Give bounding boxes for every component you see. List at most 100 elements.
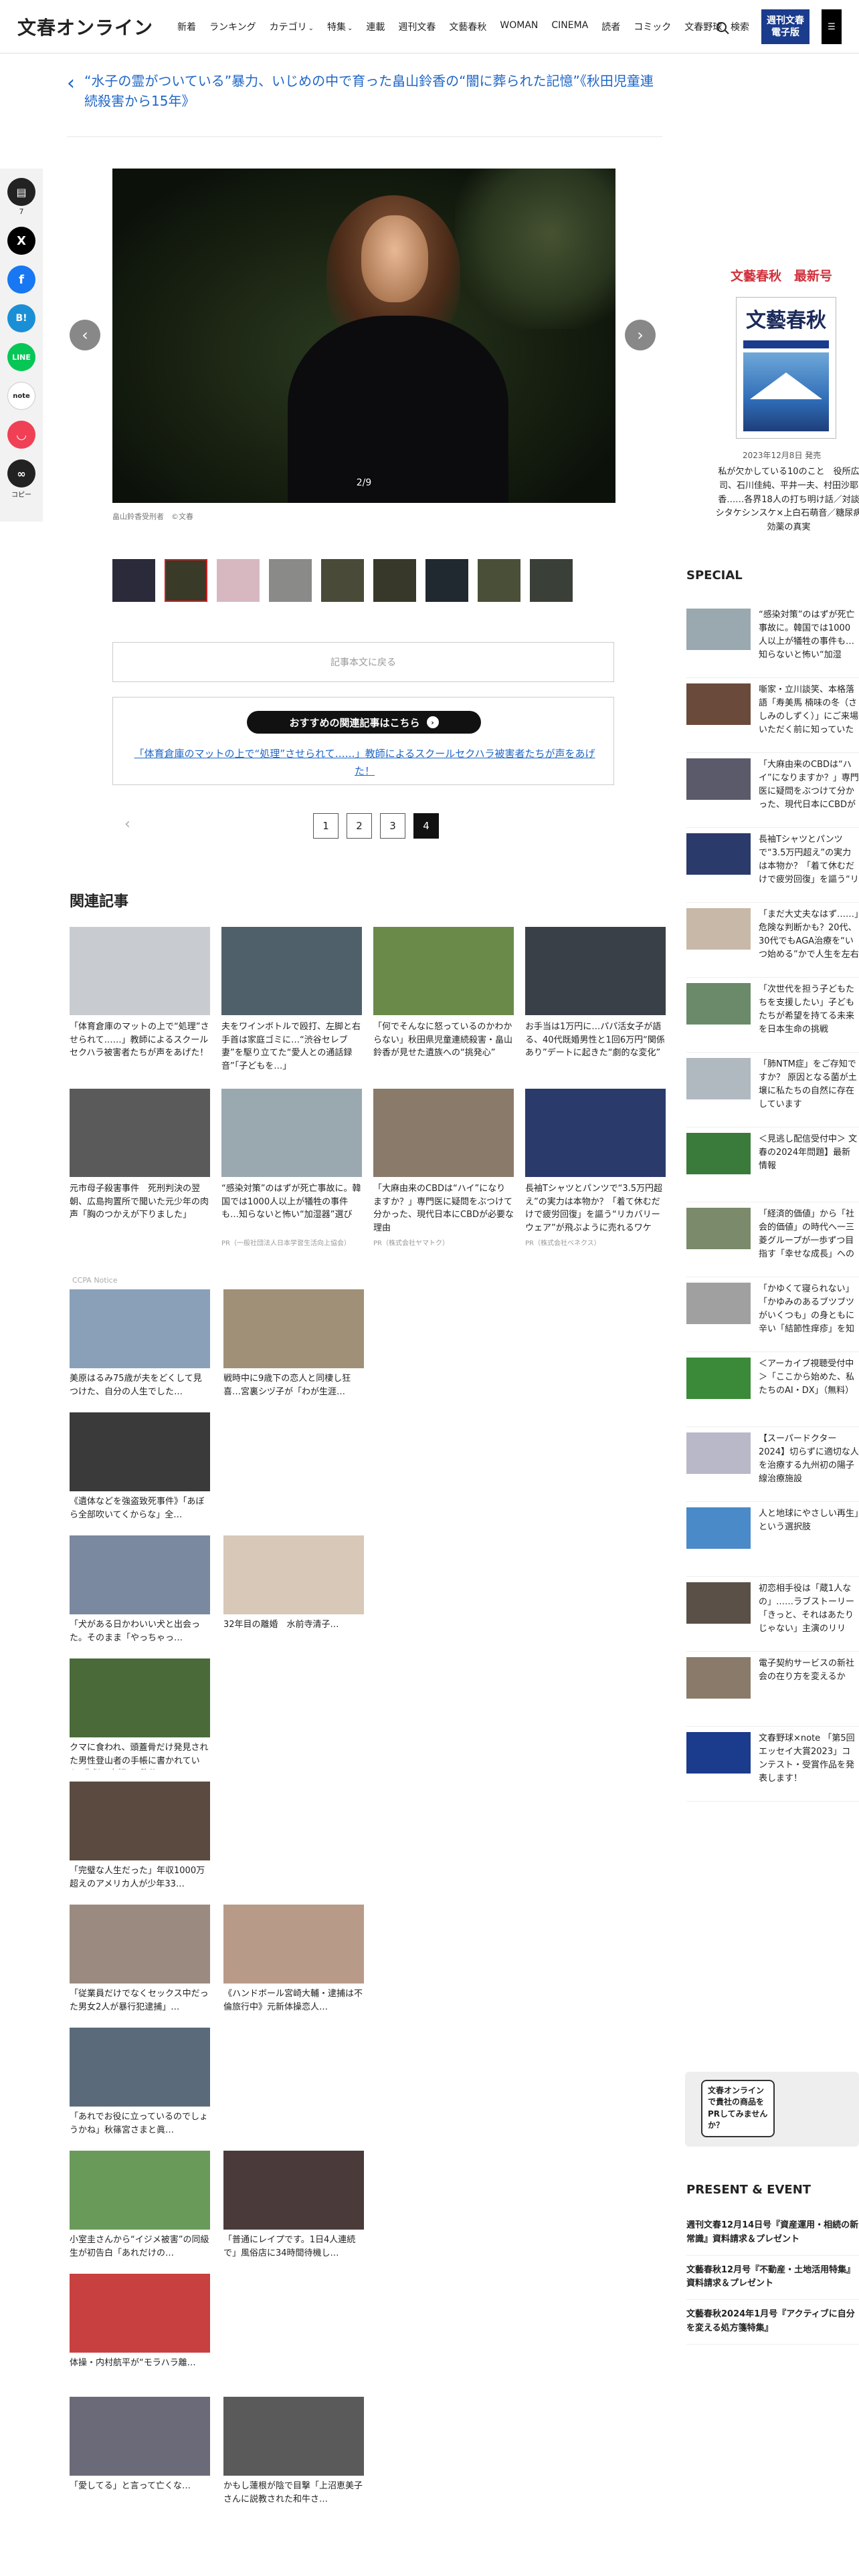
special-list-item[interactable]: 「大麻由来のCBDは“ハイ”になりますか？」専門医に疑問をぶつけて分かった、現代…: [686, 753, 859, 828]
next-photo-button[interactable]: ›: [625, 320, 656, 350]
site-logo[interactable]: 文春オンライン: [17, 13, 153, 40]
special-list-item[interactable]: 長袖Tシャツとパンツで“3.5万円超え”の実力は本物か？「着て休むだけで疲労回復…: [686, 828, 859, 903]
special-list-item[interactable]: 【スーパードクター 2024】切らずに適切な人を治療する九州初の陽子線治療施設: [686, 1427, 859, 1502]
related-article-card[interactable]: 「大麻由来のCBDは“ハイ”になりますか？」専門医に疑問をぶつけて分かった、現代…: [373, 1089, 514, 1247]
present-list-item[interactable]: 文藝春秋12月号『不動産・土地活用特集』資料請求＆プレゼント: [686, 2256, 859, 2300]
special-list-item[interactable]: 電子契約サービスの新社会の在り方を変えるか: [686, 1652, 859, 1727]
photo-thumbnail[interactable]: [321, 559, 364, 602]
related-article-card[interactable]: 夫をワインボトルで殴打、左脚と右手首は家庭ゴミに…“渋谷セレブ妻”を駆り立てた“…: [221, 927, 362, 1074]
prev-page-icon[interactable]: ‹: [124, 816, 130, 833]
prev-photo-button[interactable]: ‹: [70, 320, 100, 350]
special-list-item[interactable]: 「次世代を担う子どもたちを支援したい」子どもたちが希望を持てる未来を日本生命の挑…: [686, 978, 859, 1053]
nav-item-bungeishunju[interactable]: 文藝春秋: [449, 20, 486, 33]
note-share-icon[interactable]: note: [7, 382, 35, 410]
widget-article-card[interactable]: 「従業員だけでなくセックス中だった男女2人が暴行犯逮捕」…: [70, 1905, 210, 2017]
widget-article-card[interactable]: 美原はるみ75歳が夫をどくして見つけた、自分の人生でした…: [70, 1289, 210, 1402]
related-article-card[interactable]: 長袖Tシャツとパンツで“3.5万円超え”の実力は本物か？「着て休むだけで疲労回復…: [525, 1089, 666, 1247]
nav-item-cinema[interactable]: CINEMA: [551, 20, 588, 33]
special-title: 長袖Tシャツとパンツで“3.5万円超え”の実力は本物か？「着て休むだけで疲労回復…: [759, 835, 859, 885]
facebook-share-icon[interactable]: f: [7, 265, 35, 294]
widget-article-card[interactable]: 「完璧な人生だった」年収1000万超えのアメリカ人が少年33…: [70, 1782, 210, 1894]
back-chevron-icon[interactable]: ‹: [67, 74, 75, 111]
magazine-description[interactable]: 私が欠かしている10のこと 役所広司、石川佳純、平井一夫、村田沙耶香……各界18…: [712, 465, 859, 535]
related-article-card[interactable]: 「何でそんなに怒っているのかわからない」秋田県児童連続殺害・畠山鈴香が見せた遺族…: [373, 927, 514, 1074]
widget-article-card[interactable]: 《遺体などを強盗致死事件》「あぼら全部吹いてくからな」全…: [70, 1412, 210, 1525]
page-link[interactable]: 3: [380, 813, 405, 839]
widget-article-card[interactable]: クマに食われ、頭蓋骨だけ発見された男性登山者の手帳に書かれていた“悲劇の真相”……: [70, 1658, 210, 1771]
special-list-item[interactable]: 人と地球にやさしい再生」という選択肢: [686, 1502, 859, 1577]
photo-thumbnail[interactable]: [425, 559, 468, 602]
nav-item-woman[interactable]: WOMAN: [500, 20, 538, 33]
nav-item-new[interactable]: 新着: [177, 20, 196, 33]
present-list-item[interactable]: 文藝春秋2024年1月号『アクティブに自分を変える処方箋特集』: [686, 2300, 859, 2345]
nav-item-shukan-bunshun[interactable]: 週刊文春: [398, 20, 436, 33]
nav-item-comic[interactable]: コミック: [634, 20, 671, 33]
widget-article-card[interactable]: 体操・内村航平が“モラハラ離…: [70, 2274, 210, 2386]
widget-article-card[interactable]: 「愛してる」と言って亡くな…: [70, 2397, 210, 2509]
pocket-share-icon[interactable]: ◡: [7, 421, 35, 449]
widget-article-image: [70, 1782, 210, 1860]
widget-article-card[interactable]: 32年目の離婚 水前寺清子…: [223, 1535, 364, 1648]
article-title[interactable]: “水子の霊がついている”暴力、いじめの中で育った畠山鈴香の“闇に葬られた記憶”《…: [84, 71, 658, 111]
nav-item-feature[interactable]: 特集 ⌄: [327, 20, 353, 33]
photo-thumbnail[interactable]: [112, 559, 155, 602]
special-thumbnail: [686, 1058, 751, 1099]
photo-thumbnail[interactable]: [217, 559, 260, 602]
link-copy-icon[interactable]: ∞: [7, 459, 35, 488]
widget-article-card[interactable]: 《ハンドボール宮崎大輔・逮捕は不倫旅行中》元新体操恋人…: [223, 1905, 364, 2017]
x-share-icon[interactable]: X: [7, 227, 35, 255]
special-list-item[interactable]: ＜見逃し配信受付中＞ 文春の2024年問題】最新情報: [686, 1128, 859, 1202]
widget-article-image: [223, 1289, 364, 1368]
related-article-image: [525, 1089, 666, 1177]
nav-item-serial[interactable]: 連載: [366, 20, 385, 33]
widget-article-card[interactable]: 「あれでお役に立っているのでしょうかね」秋篠宮さまと眞…: [70, 2028, 210, 2140]
nav-item-category[interactable]: カテゴリ ⌄: [270, 20, 314, 33]
cxense-notice-label[interactable]: CCPA Notice: [72, 1276, 117, 1285]
special-list-item[interactable]: 初恋相手役は「蔵1人なの」……ラブストーリー「きっと、それはあたりじゃない」主演…: [686, 1577, 859, 1652]
related-article-card[interactable]: “感染対策”のはずが死亡事故に。韓国では1000人以上が犠牲の事件も…知らないと…: [221, 1089, 362, 1247]
photo-thumbnail[interactable]: [478, 559, 520, 602]
back-to-article-button[interactable]: 記事本文に戻る: [112, 642, 614, 682]
special-thumbnail: [686, 1208, 751, 1249]
related-article-card[interactable]: 元市母子殺害事件 死刑判決の翌朝、広島拘置所で聞いた元少年の肉声「胸のつかえが下…: [70, 1089, 210, 1247]
widget-article-image: [70, 1905, 210, 1983]
widget-article-title: クマに食われ、頭蓋骨だけ発見された男性登山者の手帳に書かれていた“悲劇の真相”……: [70, 1743, 209, 1769]
photo-thumbnail[interactable]: [373, 559, 416, 602]
widget-article-card[interactable]: 「犬がある日かわいい犬と出会った。そのまま「やっちゃっ…: [70, 1535, 210, 1648]
nav-item-readers[interactable]: 読者: [601, 20, 620, 33]
widget-article-card[interactable]: 戦時中に9歳下の恋人と同棲し狂喜…宮裏シヅ子が「わが生涯…: [223, 1289, 364, 1402]
special-list-item[interactable]: 文春野球×note 「第5回エッセイ大賞2023」コンテスト・受賞作品を発表しま…: [686, 1727, 859, 1802]
photo-thumbnail[interactable]: [269, 559, 312, 602]
special-list-item[interactable]: 「肺NTM症」をご存知ですか？ 原因となる菌が土壌に私たちの自然に存在しています: [686, 1053, 859, 1128]
copy-label: コピー: [11, 492, 31, 499]
widget-article-card[interactable]: 「普通にレイプです。1日4人連続で」風俗店に34時間待機し…: [223, 2151, 364, 2263]
recommend-link[interactable]: 「体育倉庫のマットの上で“処理”させられて……」教師によるスクールセクハラ被害者…: [130, 746, 599, 780]
widget-article-title: かもし蓮根が陰で目撃「上沼恵美子さんに説教された和牛さ…: [223, 2481, 363, 2504]
pr-banner[interactable]: 文春オンラインで貴社の商品をPRしてみませんか？: [685, 2072, 859, 2147]
special-list-item[interactable]: 噺家・立川談笑、本格落語「寿美馬 楠味の冬（さしみのしずく）」にご来場いただく前…: [686, 678, 859, 753]
special-list-item[interactable]: 「かゆくて寝られない」「かゆみのあるブツブツがいくつも」の身ともに辛い「結節性痒…: [686, 1277, 859, 1352]
pr-banner-text: 文春オンラインで貴社の商品をPRしてみませんか？: [701, 2080, 775, 2137]
related-article-card[interactable]: 「体育倉庫のマットの上で“処理”させられて……」教師によるスクールセクハラ被害者…: [70, 927, 210, 1074]
ebook-button[interactable]: 週刊文春 電子版: [761, 9, 809, 44]
special-list-item[interactable]: ＜アーカイブ視聴受付中＞「ここから始めた、私たちのAI・DX」（無料）: [686, 1352, 859, 1427]
page-link[interactable]: 2: [347, 813, 372, 839]
special-list-item[interactable]: 「経済的価値」から「社会的価値」の時代へ一三菱グループが一歩ずつ目指す「幸せな成…: [686, 1202, 859, 1277]
present-list-item[interactable]: 週刊文春12月14日号『資産運用・相続の新常識』資料請求＆プレゼント: [686, 2211, 859, 2256]
special-list-item[interactable]: 「まだ大丈夫なはず……」危険な判断かも？20代、30代でもAGA治療を“いつ始め…: [686, 903, 859, 978]
page-link[interactable]: 1: [313, 813, 339, 839]
extra-header-button[interactable]: ☰: [822, 9, 842, 44]
magazine-cover[interactable]: 文藝春秋: [736, 297, 836, 439]
related-article-card[interactable]: お手当は1万円に…パパ活女子が語る、40代既婚男性と1回6万円“関係あり”デート…: [525, 927, 666, 1074]
widget-article-card[interactable]: かもし蓮根が陰で目撃「上沼恵美子さんに説教された和牛さ…: [223, 2397, 364, 2509]
widget-article-card[interactable]: 小室圭さんから“イジメ被害”の同級生が初告白「あれだけの…: [70, 2151, 210, 2263]
photo-thumbnail[interactable]: [530, 559, 573, 602]
nav-item-ranking[interactable]: ランキング: [209, 20, 256, 33]
special-thumbnail: [686, 609, 751, 650]
line-share-icon[interactable]: LINE: [7, 343, 35, 371]
photo-thumbnail-active[interactable]: [165, 559, 207, 602]
search-button[interactable]: 検索: [717, 20, 749, 33]
special-list-item[interactable]: “感染対策”のはずが死亡事故に。韓国では1000人以上が犠牲の事件も…知らないと…: [686, 603, 859, 678]
comment-icon[interactable]: ▤: [7, 178, 35, 206]
hatena-share-icon[interactable]: B!: [7, 304, 35, 332]
